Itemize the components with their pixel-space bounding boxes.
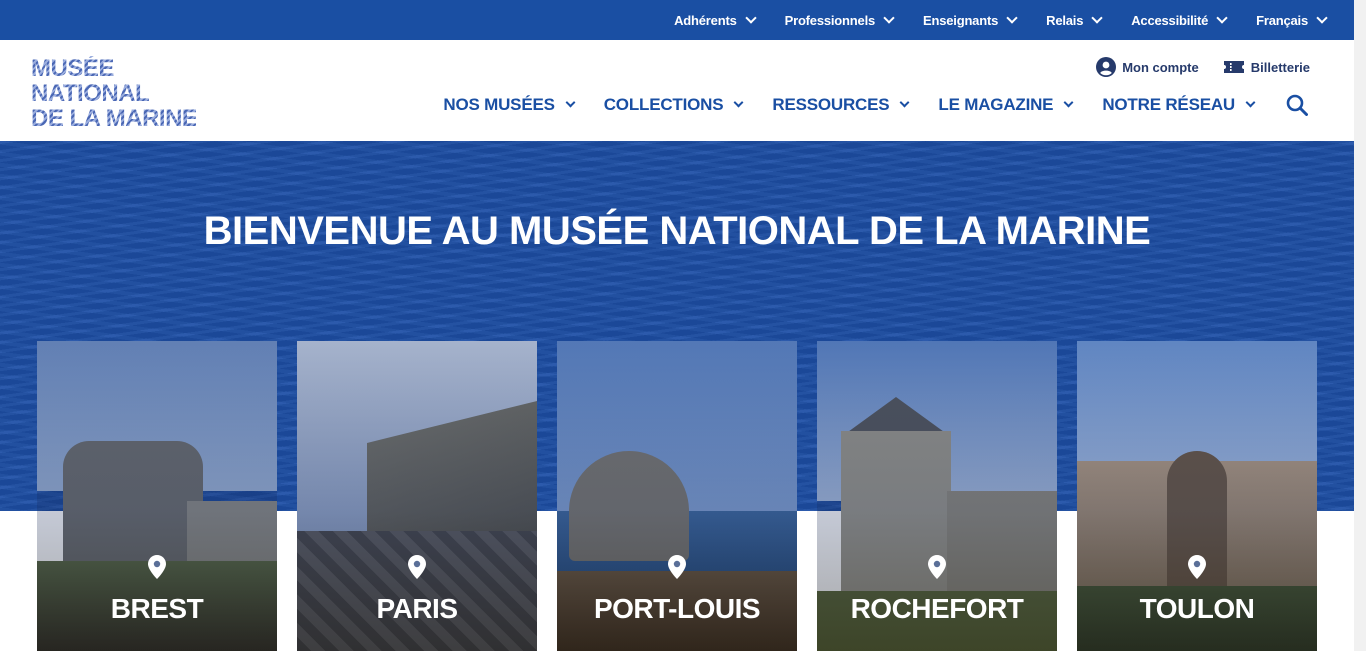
chevron-down-icon [1316,11,1328,24]
location-pin-icon [408,555,426,579]
utility-item-professionnels[interactable]: Professionnels [784,11,895,28]
chevron-down-icon [1216,11,1228,24]
chevron-down-icon [565,97,576,108]
nav-item-label: RESSOURCES [772,95,890,114]
museum-name: ROCHEFORT [850,593,1024,624]
museum-card-port-louis[interactable]: PORT-LOUIS [557,341,797,651]
language-selector[interactable]: Français [1256,11,1328,28]
chevron-down-icon [1245,97,1256,108]
utility-item-enseignants[interactable]: Enseignants [923,11,1018,28]
chevron-down-icon [744,11,757,24]
museum-card-toulon[interactable]: TOULON [1077,341,1317,651]
utility-item-relais[interactable]: Relais [1046,11,1103,28]
chevron-down-icon [1006,11,1018,24]
nav-item-ressources[interactable]: RESSOURCES [772,95,910,115]
nav-item-label: LE MAGAZINE [938,95,1054,114]
utility-item-label: Professionnels [784,12,876,28]
museum-card-paris[interactable]: PARIS [297,341,537,651]
user-circle-icon [1096,57,1117,77]
language-label: Français [1256,12,1308,28]
chevron-down-icon [899,97,910,108]
utility-item-label: Accessibilité [1131,12,1209,28]
page-title: BIENVENUE AU MUSÉE NATIONAL DE LA MARINE [203,209,1151,253]
location-pin-icon [668,555,686,579]
logo-line-3: DE LA MARINE [31,105,198,132]
museum-name: BREST [110,593,204,624]
nav-item-collections[interactable]: COLLECTIONS [603,95,744,115]
ticketing-link[interactable]: Billetterie [1223,59,1310,75]
utility-item-label: Adhérents [674,12,737,28]
logo-line-2: NATIONAL [31,81,196,106]
logo-line-1: MUSÉE [31,56,196,81]
nav-item-label: NOS MUSÉES [443,95,555,114]
ticketing-label: Billetterie [1250,59,1310,75]
utility-item-label: Relais [1046,12,1084,28]
chevron-down-icon [1063,97,1074,108]
site-header: MUSÉE NATIONAL DE LA MARINE Mon compte B… [0,40,1354,141]
museum-name: PARIS [376,593,459,624]
site-logo[interactable]: MUSÉE NATIONAL DE LA MARINE [31,56,198,132]
museum-name: TOULON [1139,593,1255,624]
museum-card-brest[interactable]: BREST [37,341,277,651]
utility-item-label: Enseignants [923,12,999,28]
chevron-down-icon [1091,11,1103,24]
my-account-link[interactable]: Mon compte [1096,57,1199,77]
utility-bar: Adhérents Professionnels Enseignants Rel… [0,0,1354,40]
utility-item-accessibilite[interactable]: Accessibilité [1131,11,1228,28]
ticket-icon [1223,61,1244,73]
museum-card-rochefort[interactable]: ROCHEFORT [817,341,1057,651]
nav-item-label: NOTRE RÉSEAU [1102,95,1235,114]
page-scrollbar[interactable] [1354,0,1366,651]
museum-name: PORT-LOUIS [593,593,761,624]
nav-item-notre-reseau[interactable]: NOTRE RÉSEAU [1102,95,1256,115]
location-pin-icon [928,555,946,579]
account-links: Mon compte Billetterie [1072,57,1310,77]
museum-cards: BREST PARIS PORT-LOUIS ROCHEFORT TOULON [37,341,1317,651]
utility-item-adherents[interactable]: Adhérents [674,11,757,28]
location-pin-icon [148,555,166,579]
search-icon [1286,94,1308,116]
chevron-down-icon [733,97,744,108]
nav-item-nos-musees[interactable]: NOS MUSÉES [443,95,576,115]
nav-item-label: COLLECTIONS [603,95,724,114]
my-account-label: Mon compte [1122,59,1199,75]
search-button[interactable] [1286,94,1308,116]
chevron-down-icon [883,11,895,24]
main-navigation: NOS MUSÉES COLLECTIONS RESSOURCES LE MAG… [413,94,1308,116]
nav-item-le-magazine[interactable]: LE MAGAZINE [938,95,1074,115]
location-pin-icon [1188,555,1206,579]
